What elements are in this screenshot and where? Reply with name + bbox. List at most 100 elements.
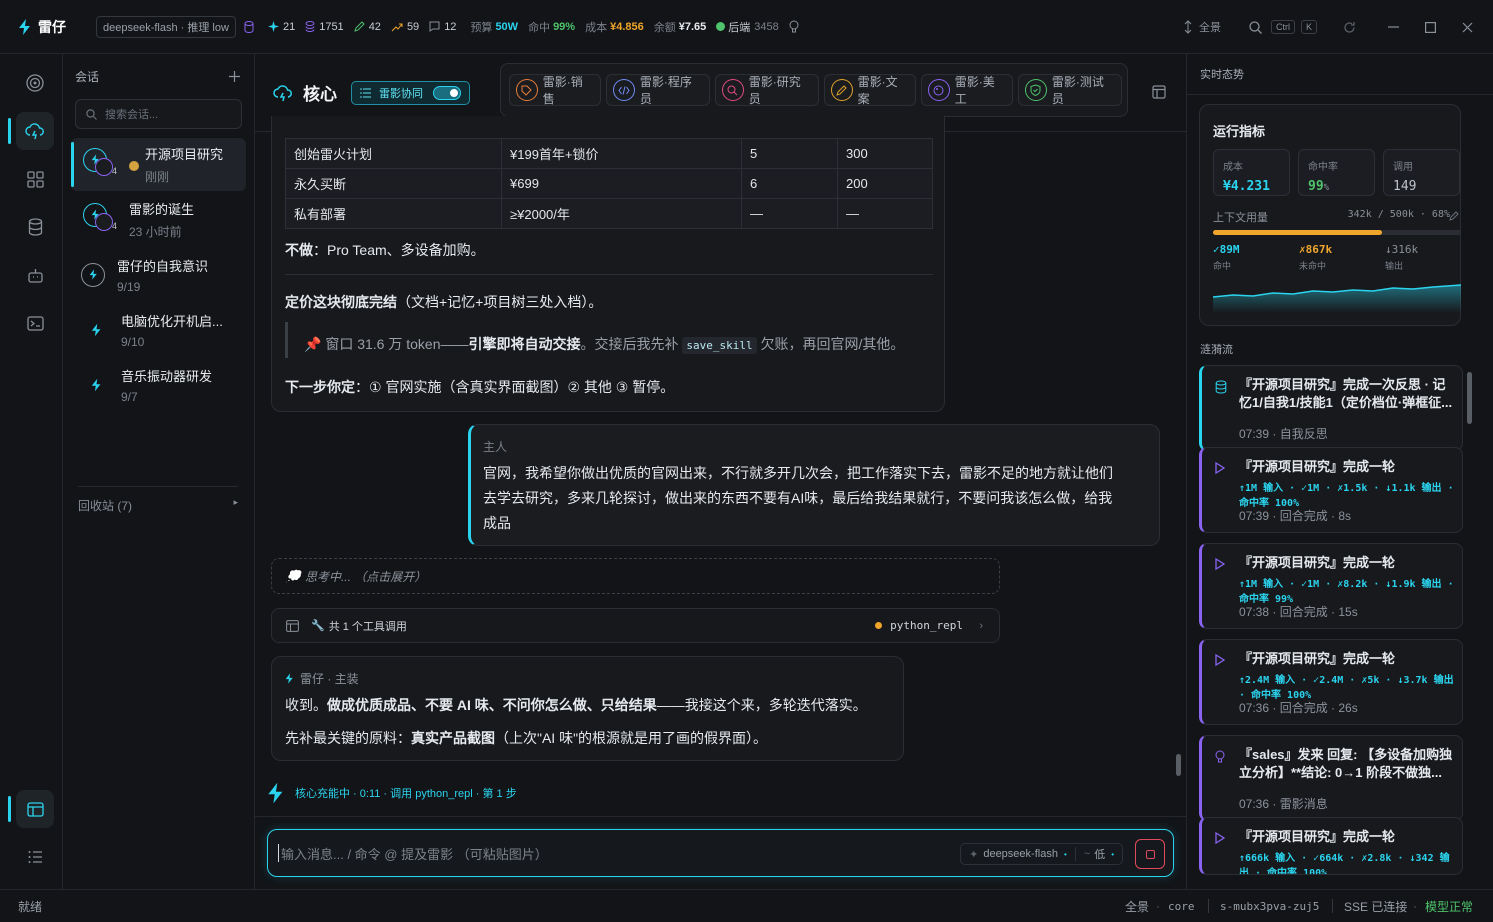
- unread-dot-icon: [129, 160, 139, 171]
- status-panel-title: 实时态势: [1200, 69, 1244, 81]
- layout-icon: [26, 801, 44, 817]
- context-progress-bar: [1213, 230, 1461, 235]
- play-icon: [1215, 832, 1225, 844]
- flow-item[interactable]: 『sales』发来 回复: 【多设备加购独立分析】**结论: 0→1 阶段不做独…: [1199, 735, 1463, 821]
- tool-calls-summary[interactable]: 🔧 共 1 个工具调用 python_repl ›: [271, 608, 1000, 643]
- chat-stat: 12: [429, 21, 456, 33]
- shield-check-icon: [1025, 79, 1047, 101]
- add-session-icon[interactable]: [229, 71, 240, 82]
- rail-core-button[interactable]: [16, 112, 54, 150]
- trash-bin[interactable]: 回收站 (7) ▸: [78, 486, 238, 514]
- model-select[interactable]: ✦ deepseek-flash • ~ 低 •: [960, 843, 1123, 865]
- status-dot-icon: [875, 622, 883, 629]
- flow-item[interactable]: 『开源项目研究』完成一轮 ↑1M 输入 · ✓1M · ✗1.5k · ↓1.1…: [1199, 447, 1463, 533]
- rail-layout-button[interactable]: [16, 790, 54, 828]
- session-item[interactable]: 电脑优化开机启... 9/10: [71, 303, 246, 356]
- agent-researcher-button[interactable]: 雷影·研究员: [715, 74, 819, 106]
- play-icon: [1215, 654, 1225, 666]
- terminal-icon: [26, 315, 44, 331]
- session-panel: 会话 搜索会话... 4 开源项目研究 刚刚 4 雷影的诞生 23 小时前 雷仔…: [63, 54, 255, 889]
- chevron-right-icon: ›: [979, 619, 983, 632]
- database-icon: [1215, 380, 1227, 394]
- no-do-line: 不做：Pro Team、多设备加购。: [285, 242, 485, 258]
- agent-sales-button[interactable]: 雷影·销售: [509, 74, 602, 106]
- session-search-input[interactable]: 搜索会话...: [75, 99, 242, 129]
- user-label: 主人: [483, 440, 508, 454]
- trend-up-icon: [391, 23, 403, 31]
- pencil-icon: [353, 21, 365, 32]
- pricing-table: 创始雷火计划 ¥199首年+锁价 5 300 永久买断 ¥699 6 200 私…: [285, 138, 933, 229]
- bolt-icon: [91, 378, 101, 391]
- tool-name-badge: python_repl: [875, 619, 963, 632]
- output-tokens: ↓316k 输出: [1385, 243, 1419, 272]
- edit-stat: 42: [353, 21, 381, 33]
- magnifier-icon: [722, 79, 744, 101]
- agent-programmer-button[interactable]: 雷影·程序员: [606, 74, 710, 106]
- reply-line-2: 先补最关键的原料：真实产品截图（上次"AI 味"的根源就是用了画的假界面）。: [285, 730, 768, 746]
- model-chip[interactable]: deepseek-flash · 推理 low: [96, 15, 236, 38]
- rail-database-button[interactable]: [16, 208, 54, 246]
- layout-icon: [286, 619, 299, 632]
- flow-item[interactable]: 『开源项目研究』完成一轮 ↑2.4M 输入 · ✓2.4M · ✗5k · ↓3…: [1199, 639, 1463, 725]
- bolt-icon: [268, 782, 283, 804]
- bulb-button[interactable]: [789, 20, 803, 33]
- session-item[interactable]: 音乐振动器研发 9/7: [71, 358, 246, 411]
- collab-toggle[interactable]: 雷影协同: [351, 80, 470, 105]
- maximize-button[interactable]: [1425, 21, 1436, 33]
- chevron-right-icon: ▸: [233, 497, 238, 507]
- rail-robot-button[interactable]: [16, 256, 54, 294]
- agent-tester-button[interactable]: 雷影·测试员: [1018, 74, 1122, 106]
- thinking-expand[interactable]: 💭 思考中... （点击展开）: [271, 558, 1000, 594]
- ready-status: 就绪: [18, 899, 43, 914]
- list-icon: [28, 851, 42, 863]
- app-logo[interactable]: 雷仔: [18, 17, 90, 37]
- palette-icon: [928, 79, 950, 101]
- cost-stat: 成本 ¥4.856: [585, 20, 644, 34]
- bolt-icon: [91, 323, 101, 336]
- tag-icon: [516, 79, 538, 101]
- session-item[interactable]: 雷仔的自我意识 9/19: [71, 248, 246, 301]
- refresh-icon: [1344, 21, 1355, 33]
- nav-rail: [8, 54, 63, 889]
- bolt-icon: [285, 673, 293, 684]
- reply-line-1: 收到。做成优质成品、不要 AI 味、不问你怎么做、只给结果——我接这个来，多轮迭…: [285, 697, 867, 713]
- footer-fullscreen[interactable]: 全景: [1125, 898, 1149, 915]
- close-button[interactable]: [1462, 22, 1473, 33]
- stop-button[interactable]: [1135, 839, 1165, 869]
- thought-bubble-icon: 💭: [286, 569, 301, 583]
- cloud-bolt-icon: [273, 84, 292, 101]
- session-item[interactable]: 4 开源项目研究 刚刚: [71, 138, 246, 191]
- chat-main: 核心 雷影协同 雷影·销售 雷影·程序员 雷影·研究员 雷影·文案 雷影·美工 …: [255, 54, 1186, 889]
- fullscreen-button[interactable]: 全景: [1183, 19, 1221, 35]
- minimize-button[interactable]: [1388, 26, 1399, 28]
- session-item[interactable]: 4 雷影的诞生 23 小时前: [71, 193, 246, 246]
- agent-bar: 雷影·销售 雷影·程序员 雷影·研究员 雷影·文案 雷影·美工 雷影·测试员: [500, 63, 1128, 117]
- panel-toggle-icon[interactable]: [1152, 85, 1166, 99]
- footer-session-id: s-mubx3pva-zuj5: [1220, 899, 1320, 913]
- agent-designer-button[interactable]: 雷影·美工: [921, 74, 1014, 106]
- rail-grid-button[interactable]: [16, 160, 54, 198]
- collab-switch[interactable]: [433, 85, 461, 100]
- table-row: 私有部署 ≥¥2000/年 — —: [285, 198, 933, 229]
- bolt-avatar-icon: [81, 262, 105, 287]
- close-icon: [1462, 22, 1473, 32]
- flow-item[interactable]: 『开源项目研究』完成一轮 ↑666k 输入 · ✓664k · ✗2.8k · …: [1199, 817, 1463, 875]
- radar-icon: [26, 74, 44, 92]
- rail-radar-button[interactable]: [16, 64, 54, 102]
- agent-avatar-icon: [95, 157, 113, 176]
- flow-item[interactable]: 『开源项目研究』完成一次反思 · 记忆1/自我1/技能1（定价档位·弹框征...…: [1199, 365, 1463, 451]
- search-button[interactable]: Ctrl K: [1249, 20, 1317, 34]
- assistant-message: 创始雷火计划 ¥199首年+锁价 5 300 永久买断 ¥699 6 200 私…: [271, 116, 945, 412]
- rail-terminal-button[interactable]: [16, 304, 54, 342]
- rail-list-button[interactable]: [16, 838, 54, 876]
- flow-item[interactable]: 『开源项目研究』完成一轮 ↑1M 输入 · ✓1M · ✗8.2k · ↓1.9…: [1199, 543, 1463, 629]
- pen-icon: [830, 79, 853, 101]
- message-input[interactable]: 输入消息... / 命令 @ 提及雷影 （可粘贴图片） ✦ deepseek-f…: [267, 829, 1174, 877]
- edit-icon[interactable]: [1449, 211, 1459, 221]
- flow-scrollbar[interactable]: [1467, 372, 1472, 424]
- refresh-button[interactable]: [1343, 21, 1356, 34]
- chat-scrollbar[interactable]: [1176, 754, 1181, 776]
- assistant-reply: 雷仔 · 主装 收到。做成优质成品、不要 AI 味、不问你怎么做、只给结果——我…: [271, 656, 904, 761]
- agent-copywriter-button[interactable]: 雷影·文案: [823, 74, 916, 106]
- db-stat: [244, 20, 258, 33]
